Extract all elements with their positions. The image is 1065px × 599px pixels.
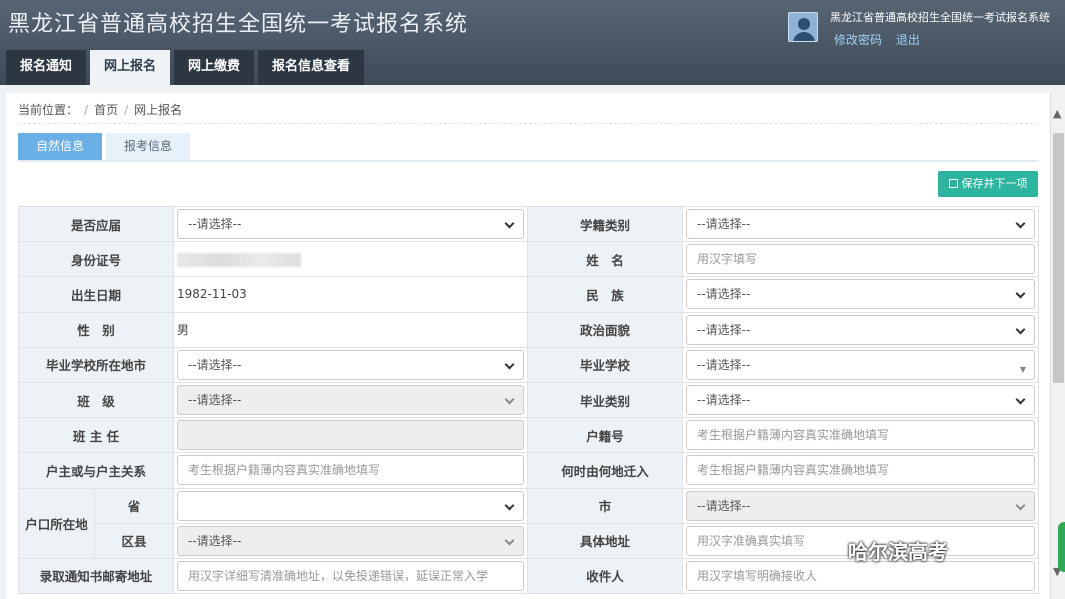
label-birth-date: 出生日期 (17, 276, 175, 313)
scrollbar-thumb[interactable] (1053, 133, 1064, 383)
chevron-down-icon (1015, 218, 1026, 229)
district-select[interactable]: --请选择-- (177, 525, 525, 556)
breadcrumb-current: 网上报名 (134, 103, 183, 117)
label-ethnicity: 民 族 (527, 276, 684, 313)
nav-tab-online-payment[interactable]: 网上缴费 (174, 50, 255, 85)
label-province: 省 (93, 487, 175, 524)
tab-application-info[interactable]: 报考信息 (106, 133, 190, 160)
logout-link[interactable]: 退出 (896, 33, 920, 47)
grad-school-city-select[interactable]: --请选择-- (177, 349, 525, 380)
id-number-value (173, 241, 529, 278)
label-student-status-type: 学籍类别 (527, 205, 684, 243)
label-address: 具体地址 (527, 522, 684, 559)
table-row: 身份证号 姓 名 用汉字填写 (17, 241, 1040, 278)
table-row: 毕业学校所在地市 --请选择-- 毕业学校 --请选择-- ▼ (17, 346, 1040, 383)
table-row: 班 级 --请选择-- 毕业类别 --请选择-- (17, 381, 1040, 419)
grad-type-select[interactable]: --请选择-- (686, 385, 1036, 416)
chevron-down-icon (1015, 324, 1026, 335)
chevron-down-icon (1015, 394, 1026, 405)
label-political-status: 政治面貌 (527, 311, 684, 348)
chevron-down-icon (504, 394, 515, 405)
chevron-down-icon (1015, 289, 1026, 299)
label-district: 区县 (93, 522, 175, 559)
label-is-current-grad: 是否应届 (17, 205, 175, 243)
redacted-id (177, 252, 302, 267)
label-gender: 性 别 (17, 311, 175, 348)
main-nav: 报名通知 网上报名 网上缴费 报名信息查看 (6, 50, 365, 85)
label-grad-school: 毕业学校 (527, 346, 684, 383)
save-icon (948, 179, 958, 188)
user-name: 黑龙江省普通高校招生全国统一考试报名系统 (830, 11, 1050, 24)
relation-to-head-input[interactable]: 考生根据户籍薄内容真实准确地填写 (177, 455, 525, 486)
main-content: 当前位置： / 首页 / 网上报名 自然信息 报考信息 保存并下一项 是否应届 --请选… (6, 93, 1050, 599)
ethnicity-select[interactable]: --请选择-- (686, 279, 1036, 310)
label-grad-type: 毕业类别 (527, 381, 684, 419)
caret-down-icon: ▼ (1019, 364, 1027, 374)
tab-natural-info[interactable]: 自然信息 (18, 133, 102, 160)
political-status-select[interactable]: --请选择-- (686, 314, 1036, 345)
nav-tab-notice[interactable]: 报名通知 (6, 50, 87, 85)
gender-value: 男 (173, 311, 529, 348)
label-recipient: 收件人 (527, 557, 684, 595)
breadcrumb-prefix: 当前位置： (18, 103, 79, 117)
label-name: 姓 名 (527, 241, 684, 278)
label-city: 市 (527, 487, 684, 524)
label-id-number: 身份证号 (17, 241, 175, 278)
sub-tabs: 自然信息 报考信息 (18, 133, 190, 160)
table-row: 班 主 任 户籍号 考生根据户籍薄内容真实准确地填写 (17, 417, 1040, 454)
label-mailing-address: 录取通知书邮寄地址 (17, 557, 175, 595)
system-title: 黑龙江省普通高校招生全国统一考试报名系统 (8, 12, 469, 37)
save-next-button[interactable]: 保存并下一项 (938, 171, 1038, 197)
table-row: 是否应届 --请选择-- 学籍类别 --请选择-- (17, 205, 1040, 243)
recipient-input[interactable]: 用汉字填写明确接收人 (686, 560, 1036, 591)
chevron-down-icon (504, 218, 515, 229)
label-household-location: 户口所在地 (18, 487, 95, 559)
label-head-teacher: 班 主 任 (17, 417, 175, 454)
province-select[interactable] (177, 490, 525, 521)
label-class: 班 级 (17, 381, 175, 419)
mailing-address-input[interactable]: 用汉字详细写清准确地址，以免投递错误，延误正常入学 (177, 560, 525, 591)
table-row: 户主或与户主关系 考生根据户籍薄内容真实准确地填写 何时由何地迁入 考生根据户籍… (17, 452, 1040, 489)
breadcrumb-divider (18, 123, 1038, 124)
head-teacher-input[interactable] (177, 420, 525, 451)
label-relation-to-head: 户主或与户主关系 (17, 452, 175, 489)
nav-tab-online-registration[interactable]: 网上报名 (90, 50, 171, 85)
name-input[interactable]: 用汉字填写 (686, 244, 1036, 275)
chevron-down-icon (1015, 500, 1026, 511)
avatar (788, 12, 818, 42)
app-header: 黑龙江省普通高校招生全国统一考试报名系统 黑龙江省普通高校招生全国统一考试报名系… (0, 0, 1065, 85)
change-password-link[interactable]: 修改密码 (834, 33, 882, 47)
label-household-no: 户籍号 (527, 417, 684, 454)
city-select[interactable]: --请选择-- (686, 490, 1036, 521)
grad-school-select[interactable]: --请选择-- ▼ (686, 349, 1036, 380)
chevron-down-icon (504, 359, 515, 370)
scroll-up-icon[interactable]: ▲ (1053, 107, 1061, 120)
label-grad-school-city: 毕业学校所在地市 (17, 346, 175, 383)
save-next-label: 保存并下一项 (961, 177, 1028, 190)
is-current-grad-select[interactable]: --请选择-- (177, 209, 525, 240)
household-no-input[interactable]: 考生根据户籍薄内容真实准确地填写 (686, 420, 1036, 451)
table-row: 户口所在地 省 市 --请选择-- (18, 487, 1040, 559)
subtab-divider (18, 160, 1038, 162)
watermark-text: 哈尔滨高考 (848, 540, 948, 564)
breadcrumb-home[interactable]: 首页 (94, 103, 118, 117)
chevron-down-icon (504, 535, 515, 546)
birth-date-value: 1982-11-03 (173, 276, 529, 313)
student-status-type-select[interactable]: --请选择-- (686, 209, 1036, 240)
side-widget[interactable] (1058, 522, 1065, 572)
chevron-down-icon (504, 500, 515, 511)
label-moved-in: 何时由何地迁入 (527, 452, 684, 489)
nav-tab-info-view[interactable]: 报名信息查看 (258, 50, 365, 85)
breadcrumb: 当前位置： / 首页 / 网上报名 (18, 103, 183, 117)
user-links: 修改密码 退出 (834, 31, 930, 48)
table-row: 性 别 男 政治面貌 --请选择-- (17, 311, 1040, 348)
table-row: 出生日期 1982-11-03 民 族 --请选择-- (17, 276, 1040, 313)
class-select[interactable]: --请选择-- (177, 385, 525, 416)
moved-in-input[interactable]: 考生根据户籍薄内容真实准确地填写 (686, 455, 1036, 486)
